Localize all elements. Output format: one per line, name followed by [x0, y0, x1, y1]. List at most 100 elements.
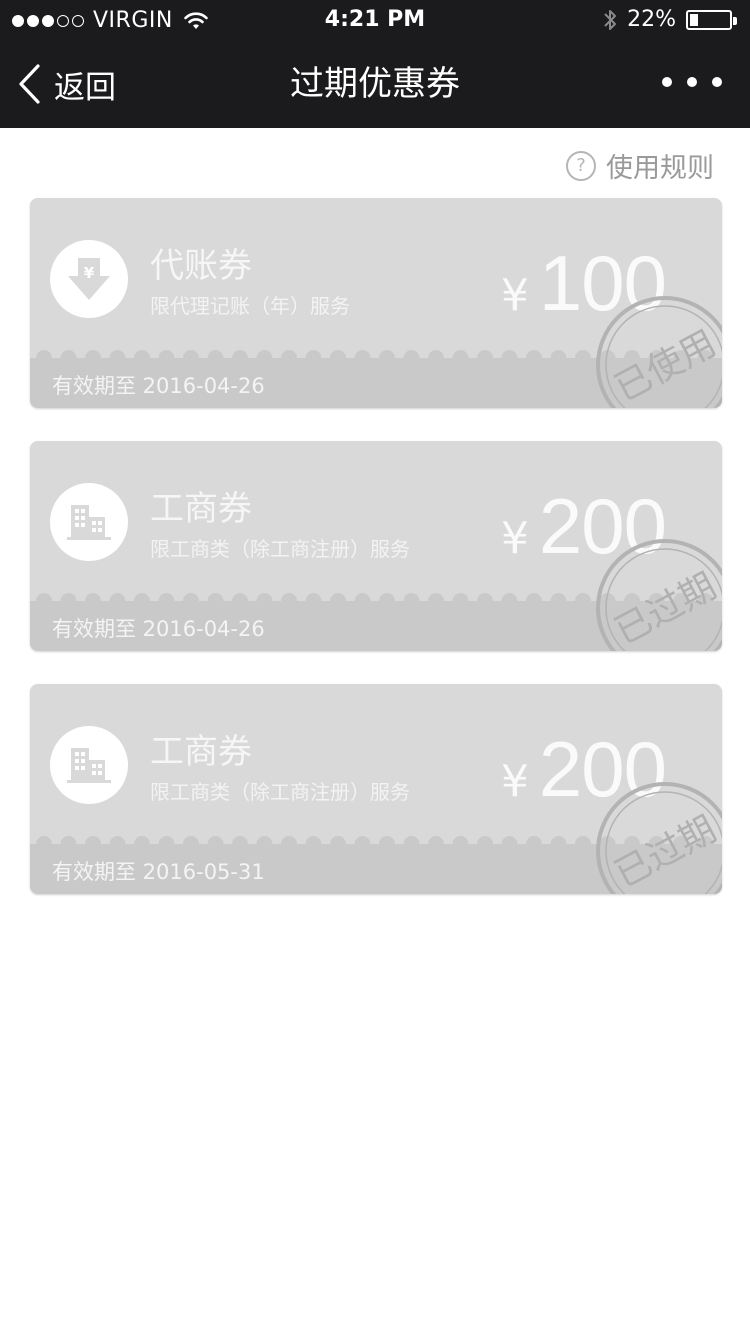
scallop: [183, 836, 199, 852]
battery-cap: [733, 16, 737, 25]
scallop: [452, 350, 469, 366]
yen-down-icon: ¥: [68, 258, 110, 300]
scallop: [501, 350, 518, 366]
scallop: [550, 350, 567, 366]
stamp-text: 已过期: [608, 566, 722, 651]
coupon-validity: 有效期至 2016-04-26: [52, 617, 265, 641]
question-circle-icon: ?: [566, 150, 596, 181]
scallop: [207, 350, 224, 366]
scallop: [183, 593, 199, 609]
coupon-card[interactable]: ¥ 代账券 限代理记账（年）服务 ¥ 100 有效期至 2016-04-26 已…: [30, 198, 722, 408]
more-options-icon[interactable]: [662, 70, 722, 94]
scallop: [379, 350, 395, 366]
scallop: [501, 593, 518, 609]
scallop: [85, 350, 101, 366]
scallop: [477, 350, 493, 366]
scallop: [452, 836, 469, 852]
scallop: [305, 593, 322, 609]
expired-stamp: 已过期: [596, 782, 722, 894]
scallop: [85, 593, 101, 609]
scallop: [256, 836, 273, 852]
scallop: [575, 350, 591, 366]
scallop: [60, 350, 77, 366]
stamp-text: 已过期: [608, 809, 722, 894]
scallop: [330, 836, 346, 852]
building-icon: [67, 748, 111, 783]
battery-fill: [690, 13, 698, 26]
scallop: [60, 593, 77, 609]
scallop: [330, 350, 346, 366]
more-dot: [687, 77, 697, 87]
battery-icon: [686, 9, 737, 30]
scallop: [207, 593, 224, 609]
scallop: [305, 350, 322, 366]
coupon-icon-badge: ¥: [50, 240, 128, 318]
scallop: [281, 593, 297, 609]
scallop: [134, 593, 150, 609]
scallop: [575, 593, 591, 609]
svg-text:¥: ¥: [84, 264, 95, 282]
scallop: [36, 593, 52, 609]
scallop: [354, 593, 371, 609]
status-right: 22%: [603, 7, 737, 32]
scallop: [256, 593, 273, 609]
scallop: [158, 836, 175, 852]
scallop: [428, 593, 444, 609]
scallop: [477, 836, 493, 852]
scallop: [36, 350, 52, 366]
scallop: [158, 593, 175, 609]
scallop: [379, 593, 395, 609]
scallop: [354, 836, 371, 852]
scallop: [232, 350, 248, 366]
coupon-validity: 有效期至 2016-04-26: [52, 374, 265, 398]
scallop: [256, 350, 273, 366]
scallop: [428, 836, 444, 852]
coupon-icon-badge: [50, 726, 128, 804]
scallop: [36, 836, 52, 852]
coupon-list: ¥ 代账券 限代理记账（年）服务 ¥ 100 有效期至 2016-04-26 已…: [30, 198, 722, 927]
stamp-text: 已使用: [608, 323, 722, 408]
usage-rules-label: 使用规则: [606, 153, 714, 184]
coupon-card[interactable]: 工商券 限工商类（除工商注册）服务 ¥ 200 有效期至 2016-04-26 …: [30, 441, 722, 651]
scallop: [403, 350, 420, 366]
back-label: 返回: [54, 69, 116, 106]
expired-stamp: 已过期: [596, 539, 722, 651]
scallop: [85, 836, 101, 852]
coupon-description: 限工商类（除工商注册）服务: [150, 780, 410, 804]
scallop: [305, 836, 322, 852]
scallop: [158, 350, 175, 366]
more-dot: [712, 77, 722, 87]
scallop: [134, 836, 150, 852]
scallop: [575, 836, 591, 852]
scallop: [403, 593, 420, 609]
bluetooth-icon: [604, 9, 617, 30]
currency-symbol: ¥: [500, 756, 529, 807]
scallop: [550, 593, 567, 609]
scallop: [526, 836, 542, 852]
coupon-name: 工商券: [150, 489, 252, 529]
back-button[interactable]: 返回: [14, 60, 116, 108]
scallop: [109, 836, 126, 852]
usage-rules-link[interactable]: ? 使用规则: [566, 146, 714, 185]
scallop: [354, 350, 371, 366]
scallop: [134, 350, 150, 366]
coupon-name: 工商券: [150, 732, 252, 772]
coupon-description: 限工商类（除工商注册）服务: [150, 537, 410, 561]
currency-symbol: ¥: [500, 513, 529, 564]
coupon-card[interactable]: 工商券 限工商类（除工商注册）服务 ¥ 200 有效期至 2016-05-31 …: [30, 684, 722, 894]
scallop: [281, 350, 297, 366]
coupon-validity: 有效期至 2016-05-31: [52, 860, 265, 884]
scallop: [232, 593, 248, 609]
scallop: [330, 593, 346, 609]
nav-bar: 返回 过期优惠券: [0, 40, 750, 128]
scallop: [183, 350, 199, 366]
building-icon: [67, 505, 111, 540]
scallop: [109, 350, 126, 366]
scallop: [526, 350, 542, 366]
battery-percent: 22%: [627, 7, 676, 32]
scallop: [109, 593, 126, 609]
coupon-description: 限代理记账（年）服务: [150, 294, 350, 318]
scallop: [207, 836, 224, 852]
more-dot: [662, 77, 672, 87]
chevron-left-icon: [19, 64, 40, 104]
